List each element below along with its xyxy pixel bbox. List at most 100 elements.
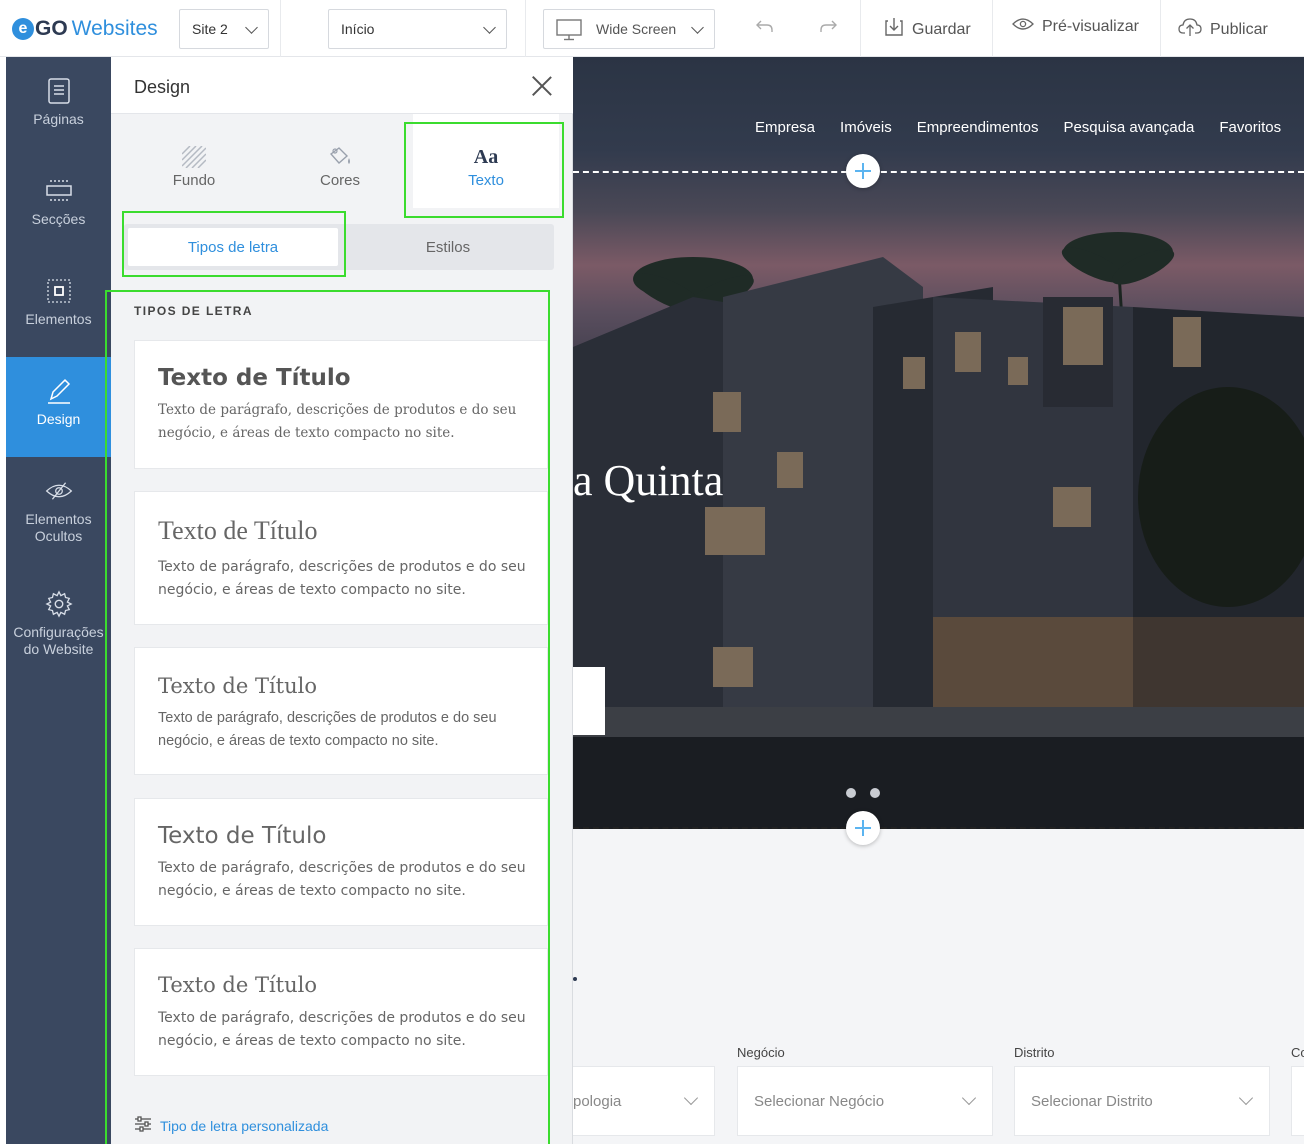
font-card-title: Texto de Título: [158, 674, 317, 698]
screen-size-select[interactable]: Wide Screen: [543, 9, 715, 49]
site-select-value: Site 2: [192, 21, 228, 37]
chevron-down-icon: [1238, 1090, 1254, 1106]
hero-title[interactable]: a Quinta: [573, 455, 723, 506]
chevron-down-icon: [483, 21, 496, 34]
slider-dot[interactable]: [870, 788, 880, 798]
site-nav-link[interactable]: Empreendimentos: [917, 119, 1039, 136]
toolbar-divider: [1160, 0, 1161, 57]
sliders-icon: [134, 1116, 152, 1135]
bullet-dot: [573, 977, 577, 981]
tab-texto[interactable]: Aa Texto: [413, 114, 559, 208]
font-option-card[interactable]: Texto de Título Texto de parágrafo, desc…: [134, 948, 548, 1076]
save-button[interactable]: Guardar: [884, 17, 971, 42]
cloud-upload-icon: [1178, 17, 1202, 42]
hero-section[interactable]: Empresa Imóveis Empreendimentos Pesquisa…: [573, 57, 1304, 829]
add-section-button[interactable]: [846, 154, 880, 188]
text-aa-icon: Aa: [473, 145, 499, 168]
site-nav-link[interactable]: Pesquisa avançada: [1063, 119, 1194, 136]
sections-icon: [45, 177, 73, 205]
font-card-body: Texto de parágrafo, descrições de produt…: [158, 860, 526, 899]
site-nav-link[interactable]: Imóveis: [840, 119, 892, 136]
sidebar-item-pages[interactable]: Páginas: [6, 57, 111, 157]
font-card-body: Texto de parágrafo, descrições de produt…: [158, 402, 517, 441]
undo-button[interactable]: [755, 17, 775, 40]
custom-font-label: Tipo de letra personalizada: [160, 1117, 329, 1134]
sidebar-item-hidden-elements[interactable]: Elementos Ocultos: [6, 457, 111, 557]
font-card-body: Texto de parágrafo, descrições de produt…: [158, 1010, 526, 1049]
font-option-card[interactable]: Texto de Título Texto de parágrafo, desc…: [134, 340, 548, 469]
section-boundary-bottom: [573, 827, 1304, 829]
hero-cta-box[interactable]: [573, 667, 605, 735]
sidebar-item-design[interactable]: Design: [6, 357, 111, 457]
font-card-body: Texto de parágrafo, descrições de produt…: [158, 559, 526, 598]
site-nav-link[interactable]: Favoritos: [1219, 119, 1281, 136]
sidebar-item-site-settings[interactable]: Configurações do Website: [6, 574, 111, 674]
site-nav-link[interactable]: Empresa: [755, 119, 815, 136]
search-label-partial: Co: [1291, 1045, 1304, 1060]
screen-size-value: Wide Screen: [596, 21, 677, 37]
eye-hidden-icon: [45, 477, 73, 505]
tab-label: Cores: [319, 172, 360, 189]
design-panel: Design Fundo Cores Aa Texto Tipos de let…: [105, 57, 573, 1144]
publish-label: Publicar: [1210, 20, 1268, 38]
font-card-title: Texto de Título: [158, 823, 327, 849]
sidebar-item-label: Design: [36, 411, 81, 427]
font-card-title: Texto de Título: [158, 973, 317, 997]
subtab-estilos[interactable]: Estilos: [342, 224, 554, 270]
publish-button[interactable]: Publicar: [1178, 17, 1268, 42]
font-card-body: Texto de parágrafo, descrições de produt…: [158, 710, 497, 749]
sidebar-item-label: Configurações do Website: [13, 624, 104, 657]
font-option-card[interactable]: Texto de Título Texto de parágrafo, desc…: [134, 491, 548, 625]
close-icon[interactable]: [531, 75, 553, 97]
pattern-icon: [121, 142, 267, 172]
redo-icon: [818, 17, 838, 40]
sidebar-item-elements[interactable]: Elementos: [6, 257, 111, 357]
toolbar-divider: [280, 0, 281, 57]
preview-button[interactable]: Pré-visualizar: [1012, 17, 1139, 36]
sidebar-item-sections[interactable]: Secções: [6, 157, 111, 257]
pages-icon: [45, 77, 73, 105]
redo-button[interactable]: [818, 17, 838, 40]
search-select-tipologia[interactable]: pologia: [573, 1066, 715, 1136]
preview-label: Pré-visualizar: [1042, 17, 1139, 35]
chevron-down-icon: [683, 1090, 699, 1106]
panel-title: Design: [134, 77, 191, 97]
search-select-value: pologia: [573, 1092, 622, 1110]
gear-icon: [44, 590, 73, 618]
search-select-negocio[interactable]: Selecionar Negócio: [737, 1066, 993, 1136]
font-card-title: Texto de Título: [158, 365, 351, 391]
site-preview: Empresa Imóveis Empreendimentos Pesquisa…: [573, 57, 1304, 1144]
download-icon: [884, 17, 904, 42]
chevron-down-icon: [961, 1090, 977, 1106]
search-select-partial[interactable]: [1291, 1066, 1304, 1136]
sidebar-item-label: Elementos: [25, 311, 92, 327]
subtab-tipos-de-letra[interactable]: Tipos de letra: [128, 228, 338, 266]
font-card-title: Texto de Título: [158, 516, 318, 545]
search-label-negocio: Negócio: [737, 1045, 785, 1060]
tab-cores[interactable]: Cores: [267, 114, 413, 208]
design-panel-header: Design: [111, 57, 573, 114]
toolbar-divider: [525, 0, 526, 57]
tab-label: Fundo: [172, 172, 216, 189]
slider-dot[interactable]: [846, 788, 856, 798]
search-select-value: Selecionar Distrito: [1031, 1092, 1153, 1110]
tab-label: Texto: [468, 172, 504, 189]
page-select[interactable]: Início: [328, 9, 507, 49]
toolbar-divider: [992, 0, 993, 57]
chevron-down-icon: [245, 21, 258, 34]
search-select-distrito[interactable]: Selecionar Distrito: [1014, 1066, 1270, 1136]
eye-icon: [1012, 17, 1034, 36]
undo-icon: [755, 17, 775, 40]
logo-e-icon: e: [12, 18, 34, 40]
ego-logo[interactable]: e GO Websites: [12, 14, 158, 44]
logo-go: GO: [35, 17, 68, 40]
tab-fundo[interactable]: Fundo: [121, 114, 267, 208]
font-option-card[interactable]: Texto de Título Texto de parágrafo, desc…: [134, 647, 548, 775]
font-option-card[interactable]: Texto de Título Texto de parágrafo, desc…: [134, 798, 548, 926]
add-section-button[interactable]: [846, 811, 880, 845]
logo-websites: Websites: [71, 17, 158, 40]
custom-font-link[interactable]: Tipo de letra personalizada: [134, 1116, 328, 1135]
font-subtabs: Tipos de letra Estilos: [124, 224, 554, 270]
save-label: Guardar: [912, 20, 971, 38]
site-select[interactable]: Site 2: [179, 9, 269, 49]
